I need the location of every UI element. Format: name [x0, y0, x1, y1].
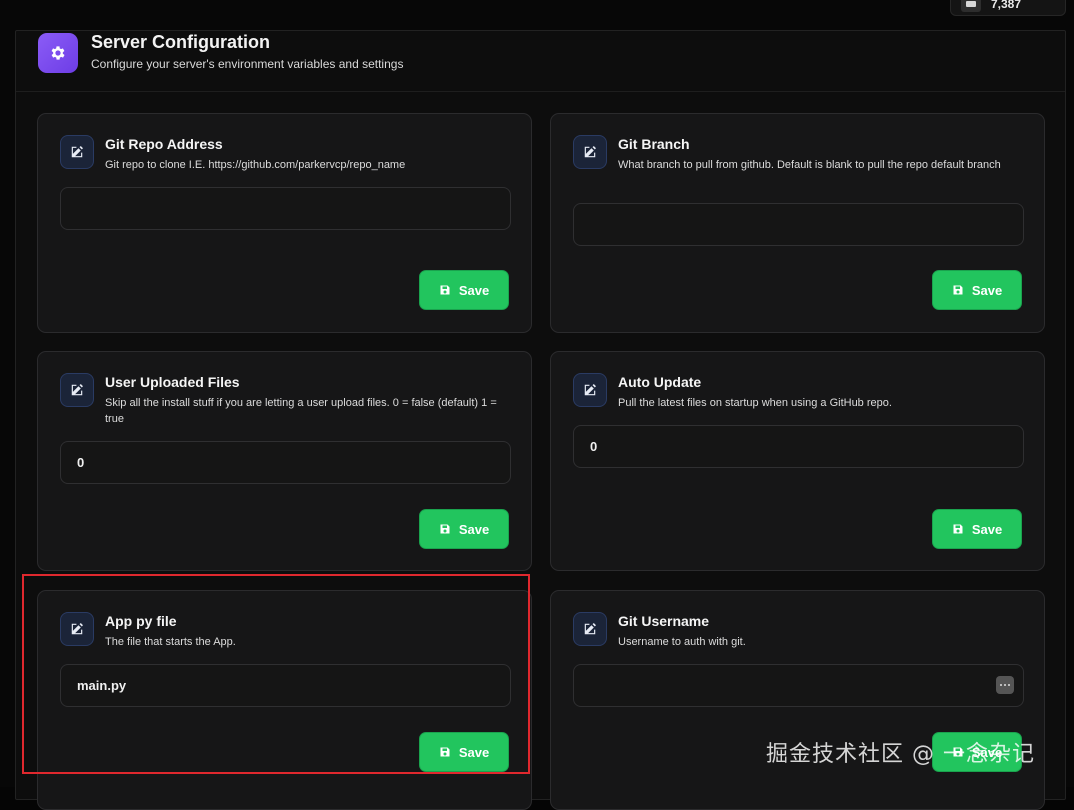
edit-icon [60, 373, 94, 407]
floppy-disk-icon [953, 524, 963, 534]
edit-icon [60, 612, 94, 646]
save-button[interactable]: Save [419, 732, 509, 772]
auto-update-input[interactable] [573, 425, 1024, 468]
card-title: User Uploaded Files [105, 374, 240, 390]
save-button[interactable]: Save [419, 270, 509, 310]
card-description: What branch to pull from github. Default… [618, 159, 1001, 171]
edit-icon [60, 135, 94, 169]
card-title: Auto Update [618, 374, 702, 390]
card-title: Git Branch [618, 136, 690, 152]
save-button[interactable]: Save [932, 270, 1022, 310]
edit-icon [573, 135, 607, 169]
app-py-file-input[interactable] [60, 664, 511, 707]
save-button[interactable]: Save [932, 732, 1022, 772]
top-stat-chip: 7,387 [950, 0, 1066, 16]
edit-icon [573, 373, 607, 407]
save-label: Save [971, 744, 1003, 760]
variable-card-git-username: Git Username Username to auth with git. … [550, 590, 1045, 810]
variable-card-git-branch: Git Branch What branch to pull from gith… [550, 113, 1045, 333]
stat-icon [961, 0, 981, 12]
floppy-disk-icon [440, 524, 450, 534]
card-description: Git repo to clone I.E. https://github.co… [105, 159, 406, 171]
edit-icon [573, 612, 607, 646]
save-button[interactable]: Save [419, 509, 509, 549]
card-description: The file that starts the App. [105, 636, 236, 648]
save-label: Save [458, 521, 490, 537]
app-frame: 7,387 Server Configuration Configure you… [0, 0, 1074, 810]
variable-card-app-py-file: App py file The file that starts the App… [37, 590, 532, 810]
stat-value: 7,387 [991, 0, 1022, 11]
save-label: Save [458, 744, 490, 760]
save-button[interactable]: Save [932, 509, 1022, 549]
floppy-disk-icon [440, 285, 450, 295]
git-username-input[interactable] [573, 664, 1024, 707]
card-description: Skip all the install stuff if you are le… [105, 397, 497, 425]
variable-card-auto-update: Auto Update Pull the latest files on sta… [550, 351, 1045, 571]
user-uploaded-files-input[interactable] [60, 441, 511, 484]
git-branch-input[interactable] [573, 203, 1024, 246]
save-label: Save [971, 282, 1003, 298]
save-label: Save [458, 282, 490, 298]
card-title: Git Repo Address [105, 136, 223, 152]
gear-icon [38, 33, 78, 73]
card-title: Git Username [618, 613, 710, 629]
card-description: Pull the latest files on startup when us… [618, 397, 892, 409]
floppy-disk-icon [440, 747, 450, 757]
password-manager-icon[interactable] [996, 676, 1014, 694]
floppy-disk-icon [953, 285, 963, 295]
variable-card-user-uploaded-files: User Uploaded Files Skip all the install… [37, 351, 532, 571]
panel-header: Server Configuration Configure your serv… [16, 31, 1065, 92]
card-description: Username to auth with git. [618, 636, 746, 648]
card-title: App py file [105, 613, 177, 629]
git-username-field-wrap [573, 664, 1024, 707]
variable-card-git-repo-address: Git Repo Address Git repo to clone I.E. … [37, 113, 532, 333]
page-subtitle: Configure your server's environment vari… [91, 57, 404, 71]
save-label: Save [971, 521, 1003, 537]
floppy-disk-icon [953, 747, 963, 757]
git-repo-address-input[interactable] [60, 187, 511, 230]
page-title: Server Configuration [91, 32, 271, 52]
